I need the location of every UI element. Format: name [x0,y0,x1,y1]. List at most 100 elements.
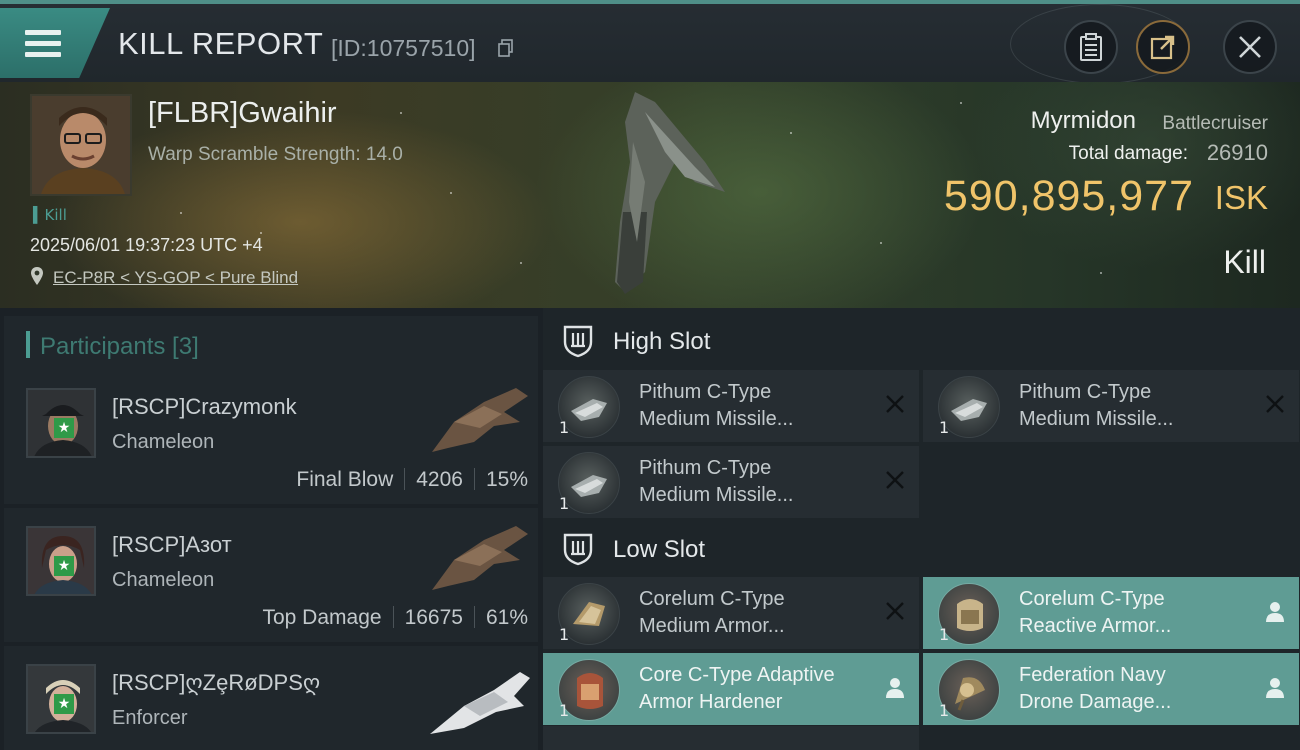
participants-header: Participants [3] [4,316,538,372]
low-slot-icon [563,533,593,566]
module-quantity: 1 [939,625,950,644]
module-name-line1: Corelum C-Type [639,588,785,610]
module-name-line1: Pithum C-Type [639,381,772,403]
module-item[interactable]: 1 Core C-Type Adaptive Armor Hardener [543,653,919,725]
divider [392,606,394,628]
destroyed-icon [886,471,904,489]
module-item-partial[interactable] [543,726,919,750]
kill-tag-label: Kill [44,206,67,224]
pilot-portrait-image [32,96,130,194]
module-quantity: 1 [559,701,570,720]
page-title: KILL REPORT [118,26,324,61]
participant-stats: Top Damage 16675 61% [262,606,528,630]
module-name-line2: Medium Missile... [639,484,794,506]
divider [473,606,475,628]
total-damage-label: Total damage: [1068,143,1188,164]
module-item[interactable]: 1 Federation Navy Drone Damage... [923,653,1299,725]
header-accent-bar [26,331,30,358]
high-slot-icon [563,325,593,358]
participant-name[interactable]: [RSCP]Азот [112,532,232,558]
high-slot-title: High Slot [613,328,711,355]
victim-banner: [FLBR]Gwaihir Warp Scramble Strength: 14… [0,82,1300,308]
low-slot-header: Low Slot [543,518,1300,582]
participant-card[interactable]: ★ [RSCP]Crazymonk Chameleon Final Blow 42… [4,370,538,504]
victim-portrait[interactable] [30,94,132,196]
participant-role: Top Damage [262,606,382,629]
victim-name[interactable]: [FLBR]Gwaihir [148,97,337,130]
participant-role: Final Blow [296,468,394,491]
isk-unit: ISK [1214,179,1268,216]
destroyed-icon [886,395,904,413]
victim-ship-name: Myrmidon [1030,107,1136,134]
chameleon-ship-image [432,526,528,590]
participant-ship: Enforcer [112,707,188,729]
report-id: [ID:10757510] [331,35,476,61]
participant-stats: Final Blow 4206 15% [296,468,528,492]
participant-percent: 61% [485,606,528,629]
hamburger-menu-icon [25,30,61,58]
module-name-line1: Federation Navy [1019,664,1166,686]
module-name-line2: Medium Armor... [639,615,785,637]
participant-card[interactable]: ★ [RSCP]Азот Chameleon Top Damage 16675 61… [4,508,538,642]
module-name-line1: Core C-Type Adaptive [639,664,835,686]
participant-card[interactable]: ★ [RSCP]ღZȩRøDPSღ Enforcer [4,646,538,750]
module-item[interactable]: 1 Corelum C-Type Medium Armor... [543,577,919,649]
clipboard-icon [1080,33,1102,61]
warp-scramble-strength: Warp Scramble Strength: 14.0 [148,144,403,165]
module-name-line2: Medium Missile... [1019,408,1174,430]
fitting-panel: High Slot 1 Pithum C-Type Medium Missile… [543,308,1300,750]
victim-ship-image [615,92,725,294]
module-quantity: 1 [559,418,570,437]
module-name-line2: Armor Hardener [639,691,783,713]
location-pin-icon [31,267,43,285]
module-name-line1: Pithum C-Type [639,457,772,479]
share-icon [1150,35,1175,60]
participants-title: Participants [3] [40,333,199,360]
divider [473,468,475,490]
result-label: Kill [1223,244,1266,280]
low-slot-title: Low Slot [613,536,706,563]
module-name-line2: Medium Missile... [639,408,794,430]
share-button[interactable] [1136,20,1190,74]
module-item[interactable]: 1 Pithum C-Type Medium Missile... [543,370,919,442]
participant-name[interactable]: [RSCP]Crazymonk [112,394,297,420]
participant-damage: 16675 [404,606,463,629]
high-slot-header: High Slot [543,310,1300,374]
module-name-line2: Drone Damage... [1019,691,1172,713]
module-quantity: 1 [559,625,570,644]
participant-ship: Chameleon [112,569,215,591]
module-quantity: 1 [559,494,570,513]
star-badge-icon: ★ [54,694,74,714]
module-item[interactable]: 1 Pithum C-Type Medium Missile... [543,446,919,518]
isk-value: 590,895,977 [943,172,1194,220]
clipboard-button[interactable] [1064,20,1118,74]
star-badge-icon: ★ [54,556,74,576]
close-button[interactable] [1223,20,1277,74]
enforcer-ship-image [430,672,530,734]
module-name-line1: Corelum C-Type [1019,588,1165,610]
location-link[interactable]: EC-P8R < YS-GOP < Pure Blind [53,268,298,288]
participant-percent: 15% [485,468,528,491]
victim-ship-class: Battlecruiser [1162,113,1268,134]
dropped-user-icon [1266,602,1284,622]
dropped-user-icon [1266,678,1284,698]
menu-button[interactable] [0,8,110,78]
module-item[interactable]: 1 Pithum C-Type Medium Missile... [923,370,1299,442]
kill-tag: ▍Kill [33,206,67,224]
participant-name[interactable]: [RSCP]ღZȩRøDPSღ [112,670,320,696]
participant-ship: Chameleon [112,431,215,453]
module-name-line1: Pithum C-Type [1019,381,1152,403]
top-bar: KILL REPORT [ID:10757510] [0,0,1300,84]
close-icon [1239,36,1261,58]
destroyed-icon [1266,395,1284,413]
total-damage-value: 26910 [1206,140,1268,165]
chameleon-ship-image [432,388,528,452]
module-quantity: 1 [939,418,950,437]
star-badge-icon: ★ [54,418,74,438]
module-name-line2: Reactive Armor... [1019,615,1172,637]
module-item[interactable]: 1 Corelum C-Type Reactive Armor... [923,577,1299,649]
divider [404,468,406,490]
copy-icon[interactable] [498,39,514,57]
participants-panel: Participants [3] ★ [RSCP]Crazymonk Chame… [0,308,540,750]
participant-damage: 4206 [416,468,463,491]
